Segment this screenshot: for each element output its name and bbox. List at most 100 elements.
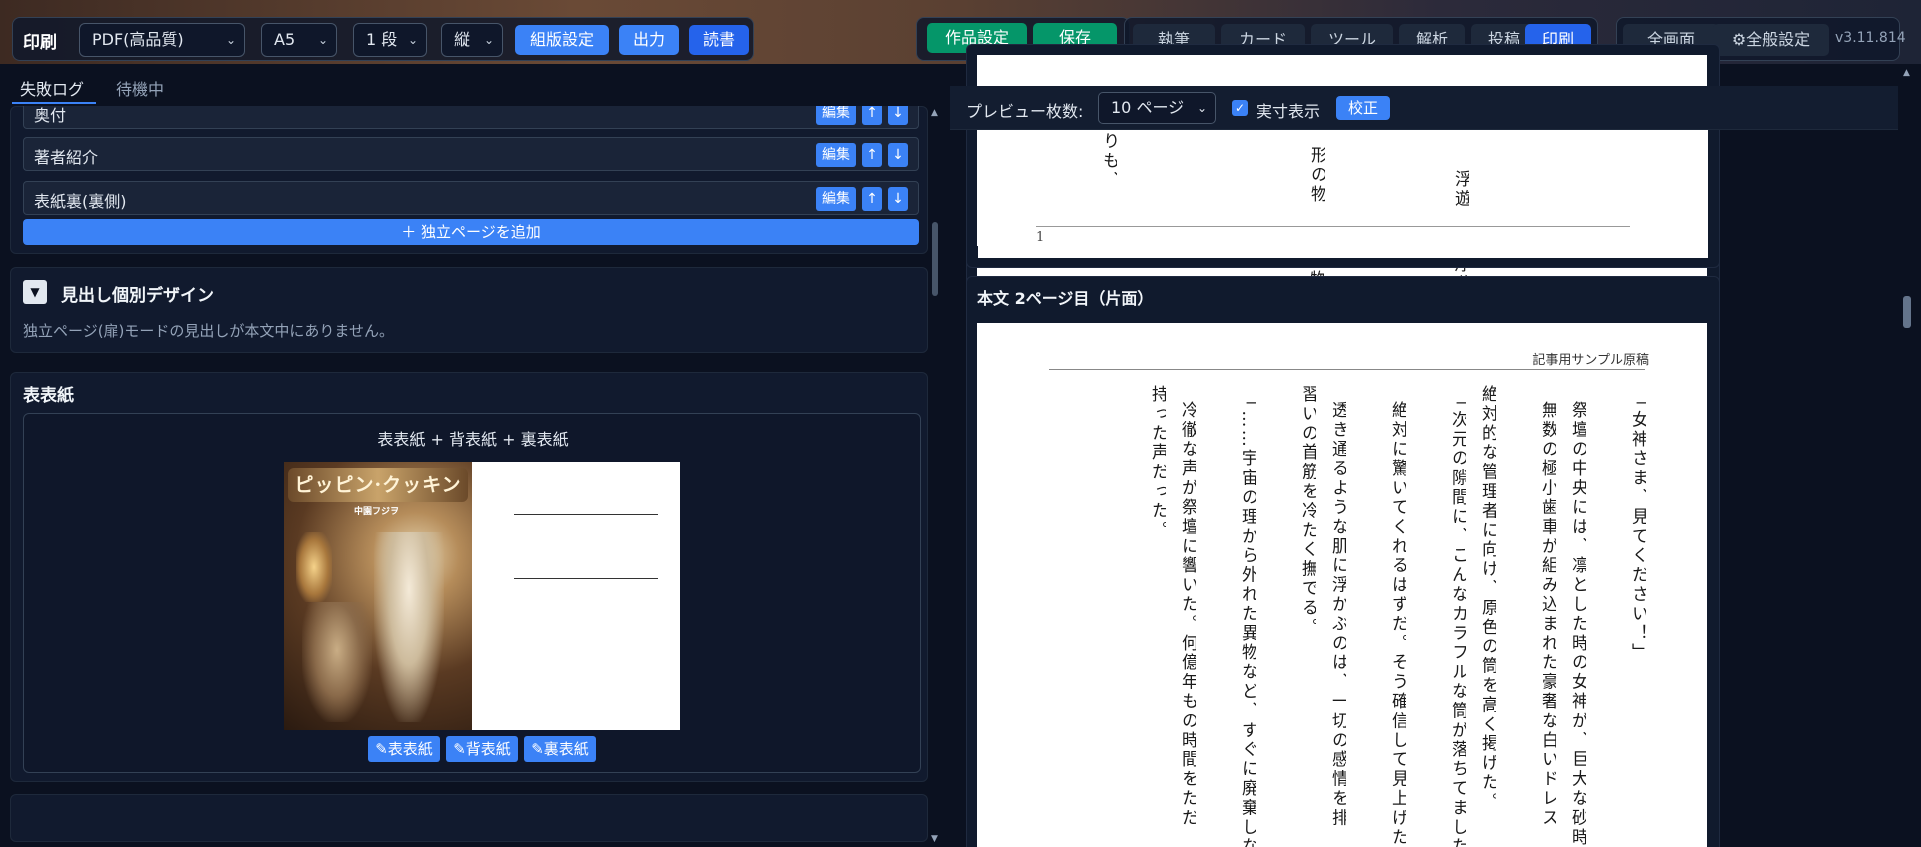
chevron-down-icon: ⌄ — [225, 33, 236, 47]
spine-and-back-cover[interactable] — [472, 462, 680, 730]
format-select[interactable]: PDF(高品質) ⌄ — [79, 23, 245, 57]
independent-page-row: 表紙裏(裏側) 編集 ↑ ↓ — [23, 181, 919, 215]
front-cover-image[interactable]: ピッピン·クッキン 中園フジヲ — [284, 462, 472, 730]
page-2-column: 絶対的な管理者に向け、原色の筒を高く掲げた。 — [1479, 385, 1496, 812]
page-1-paper-visible: りも、 形の物 浮遊 1 — [978, 130, 1708, 246]
preview-count-select[interactable]: 10 ページ ⌄ — [1098, 92, 1216, 124]
back-cover-line — [514, 578, 658, 579]
independent-page-row: 著者紹介 編集 ↑ ↓ — [23, 137, 919, 171]
page-2-column: 祭壇の中央には、凛とした時の女神が、巨大な砂時計 — [1569, 401, 1586, 847]
preview-scrollbar-thumb[interactable] — [1903, 296, 1911, 328]
cover-figure-child — [302, 602, 372, 722]
page-2-column: 「……宇宙の理から外れた異物など、すぐに廃棄しなさ — [1239, 391, 1256, 847]
actual-size-label: 実寸表示 — [1256, 102, 1321, 121]
independent-pages-section: 奥付 編集 ↑ ↓ 著者紹介 編集 ↑ ↓ 表紙裏(裏側) 編集 ↑ ↓ ＋ 独… — [10, 95, 928, 254]
cover-hourglass — [296, 532, 332, 602]
move-down-button[interactable]: ↓ — [888, 143, 908, 167]
edit-back-cover-label: 裏表紙 — [543, 740, 589, 758]
edit-spine-label: 背表紙 — [465, 740, 511, 758]
global-settings-button[interactable]: ⚙全般設定 — [1713, 24, 1829, 56]
page-2-column: 冷徹な声が祭壇に響いた。何億年もの時間をただ — [1179, 401, 1196, 828]
cover-book-title: ピッピン·クッキン — [294, 474, 462, 496]
failure-log-underline — [12, 102, 96, 104]
move-up-button[interactable]: ↑ — [862, 187, 882, 211]
page-1-text: 浮遊 — [1452, 170, 1469, 209]
version-label: v3.11.814 — [1835, 30, 1906, 46]
next-section-stub — [10, 794, 928, 842]
tab-pending[interactable]: 待機中 — [116, 76, 164, 100]
page-2-column: 習いの首筋を冷たく撫でる。 — [1299, 385, 1316, 638]
page-2-column: 絶対に驚いてくれるはずだ。そう確信して見上げた女 — [1389, 401, 1406, 847]
move-down-button[interactable]: ↓ — [888, 187, 908, 211]
actual-size-checkbox[interactable]: ✓ — [1232, 100, 1248, 116]
pencil-icon: ✎ — [453, 740, 466, 758]
page-1-text: りも、 — [1100, 132, 1117, 191]
edit-button[interactable]: 編集 — [816, 143, 856, 167]
cover-title-banner: ピッピン·クッキン — [288, 468, 468, 502]
page-2-paper: 記事用サンプル原稿 「女神さま、見てください！」 祭壇の中央には、凛とした時の女… — [977, 323, 1707, 847]
preview-count-label: プレビュー枚数: — [966, 102, 1084, 121]
heading-design-message: 独立ページ(扉)モードの見出しが本文中にありません。 — [23, 322, 394, 340]
format-select-value: PDF(高品質) — [92, 30, 184, 49]
paper-size-value: A5 — [274, 30, 296, 49]
page-2-column: 透き通るような肌に浮かぶのは、一切の感情を排 — [1329, 401, 1346, 828]
paper-size-select[interactable]: A5 ⌄ — [261, 23, 337, 57]
heading-design-section: ▼ 見出し個別デザイン 独立ページ(扉)モードの見出しが本文中にありません。 — [10, 267, 928, 353]
left-scrollbar[interactable]: ▲ ▼ — [929, 106, 941, 847]
chevron-down-icon: ⌄ — [407, 33, 418, 47]
left-scrollbar-thumb[interactable] — [932, 222, 938, 296]
page-2-column: 「次元の隙間に、こんなカラフルな筒が落ちてました！ — [1449, 391, 1466, 847]
add-independent-page-button[interactable]: ＋ 独立ページを追加 — [23, 219, 919, 245]
independent-page-label: 著者紹介 — [34, 148, 99, 167]
cover-section: 表表紙 表表紙 + 背表紙 + 裏表紙 ピッピン·クッキン 中園フジヲ ✎表表紙 — [10, 372, 928, 782]
back-cover-line — [514, 514, 658, 515]
edit-front-cover-button[interactable]: ✎表表紙 — [368, 736, 440, 762]
tab-failure-log[interactable]: 失敗ログ — [20, 76, 84, 100]
collapse-toggle[interactable]: ▼ — [23, 280, 47, 304]
cover-preview-card: 表表紙 + 背表紙 + 裏表紙 ピッピン·クッキン 中園フジヲ ✎表表紙 ✎背表… — [23, 413, 921, 773]
chevron-down-icon: ⌄ — [317, 33, 328, 47]
page-2-header: 記事用サンプル原稿 — [1532, 353, 1649, 368]
direction-select[interactable]: 縦 ⌄ — [441, 23, 503, 57]
page-1-footer-rule — [1036, 226, 1630, 227]
preview-panel: りも、 面 形の物 の 浮遊 流 りも、 形の物 浮遊 1 プレビュー枚数: 1… — [950, 44, 1921, 847]
columns-value: 1 段 — [366, 30, 398, 49]
edit-button[interactable]: 編集 — [816, 187, 856, 211]
page-2-column: 無数の極小歯車が組み込まれた豪奢な白いドレス — [1539, 401, 1556, 828]
preview-scrollbar[interactable]: ▲ — [1898, 64, 1916, 847]
page-1-text: 形の物 — [1308, 146, 1325, 205]
edit-spine-button[interactable]: ✎背表紙 — [446, 736, 518, 762]
log-tabs-backdrop: 失敗ログ 待機中 — [0, 64, 950, 106]
cover-author: 中園フジヲ — [354, 507, 400, 517]
left-panel: 失敗ログ 待機中 奥付 編集 ↑ ↓ 著者紹介 編集 ↑ ↓ 表紙裏(裏側) 編… — [0, 64, 950, 847]
chevron-down-icon: ⌄ — [483, 33, 494, 47]
scroll-up-arrow[interactable]: ▲ — [931, 108, 938, 118]
cover-combined-title: 表表紙 + 背表紙 + 裏表紙 — [377, 430, 569, 449]
edit-back-cover-button[interactable]: ✎裏表紙 — [524, 736, 596, 762]
read-button[interactable]: 読書 — [689, 25, 749, 55]
cover-figure-goddess — [374, 532, 444, 722]
pencil-icon: ✎ — [375, 740, 388, 758]
output-button[interactable]: 出力 — [619, 25, 679, 55]
page-2-column: 「女神さま、見てください！」 — [1629, 391, 1646, 663]
print-settings-group: 印刷 PDF(高品質) ⌄ A5 ⌄ 1 段 ⌄ 縦 ⌄ 組版設定 出力 読書 — [12, 17, 754, 61]
edit-front-cover-label: 表表紙 — [387, 740, 433, 758]
move-up-button[interactable]: ↑ — [862, 143, 882, 167]
page-2-title: 本文 2ページ目（片面） — [977, 289, 1154, 308]
chevron-down-icon: ⌄ — [1196, 101, 1207, 115]
scroll-down-arrow[interactable]: ▼ — [931, 834, 938, 844]
cover-section-title: 表表紙 — [23, 386, 74, 406]
triangle-down-icon: ▼ — [30, 285, 40, 299]
page-1-number: 1 — [1036, 230, 1045, 245]
direction-value: 縦 — [454, 30, 471, 49]
heading-design-title: 見出し個別デザイン — [61, 286, 214, 306]
page-2-column: 持った声だった。 — [1149, 385, 1166, 541]
proof-button[interactable]: 校正 — [1336, 96, 1390, 120]
layout-settings-button[interactable]: 組版設定 — [515, 25, 609, 55]
scroll-up-arrow[interactable]: ▲ — [1903, 68, 1910, 78]
columns-select[interactable]: 1 段 ⌄ — [353, 23, 427, 57]
preview-count-value: 10 ページ — [1111, 98, 1185, 117]
preview-toolbar: プレビュー枚数: 10 ページ ⌄ ✓ 実寸表示 校正 — [950, 86, 1905, 130]
page-2-header-rule — [1049, 369, 1645, 370]
page-1-paper-bottom — [978, 246, 1708, 258]
